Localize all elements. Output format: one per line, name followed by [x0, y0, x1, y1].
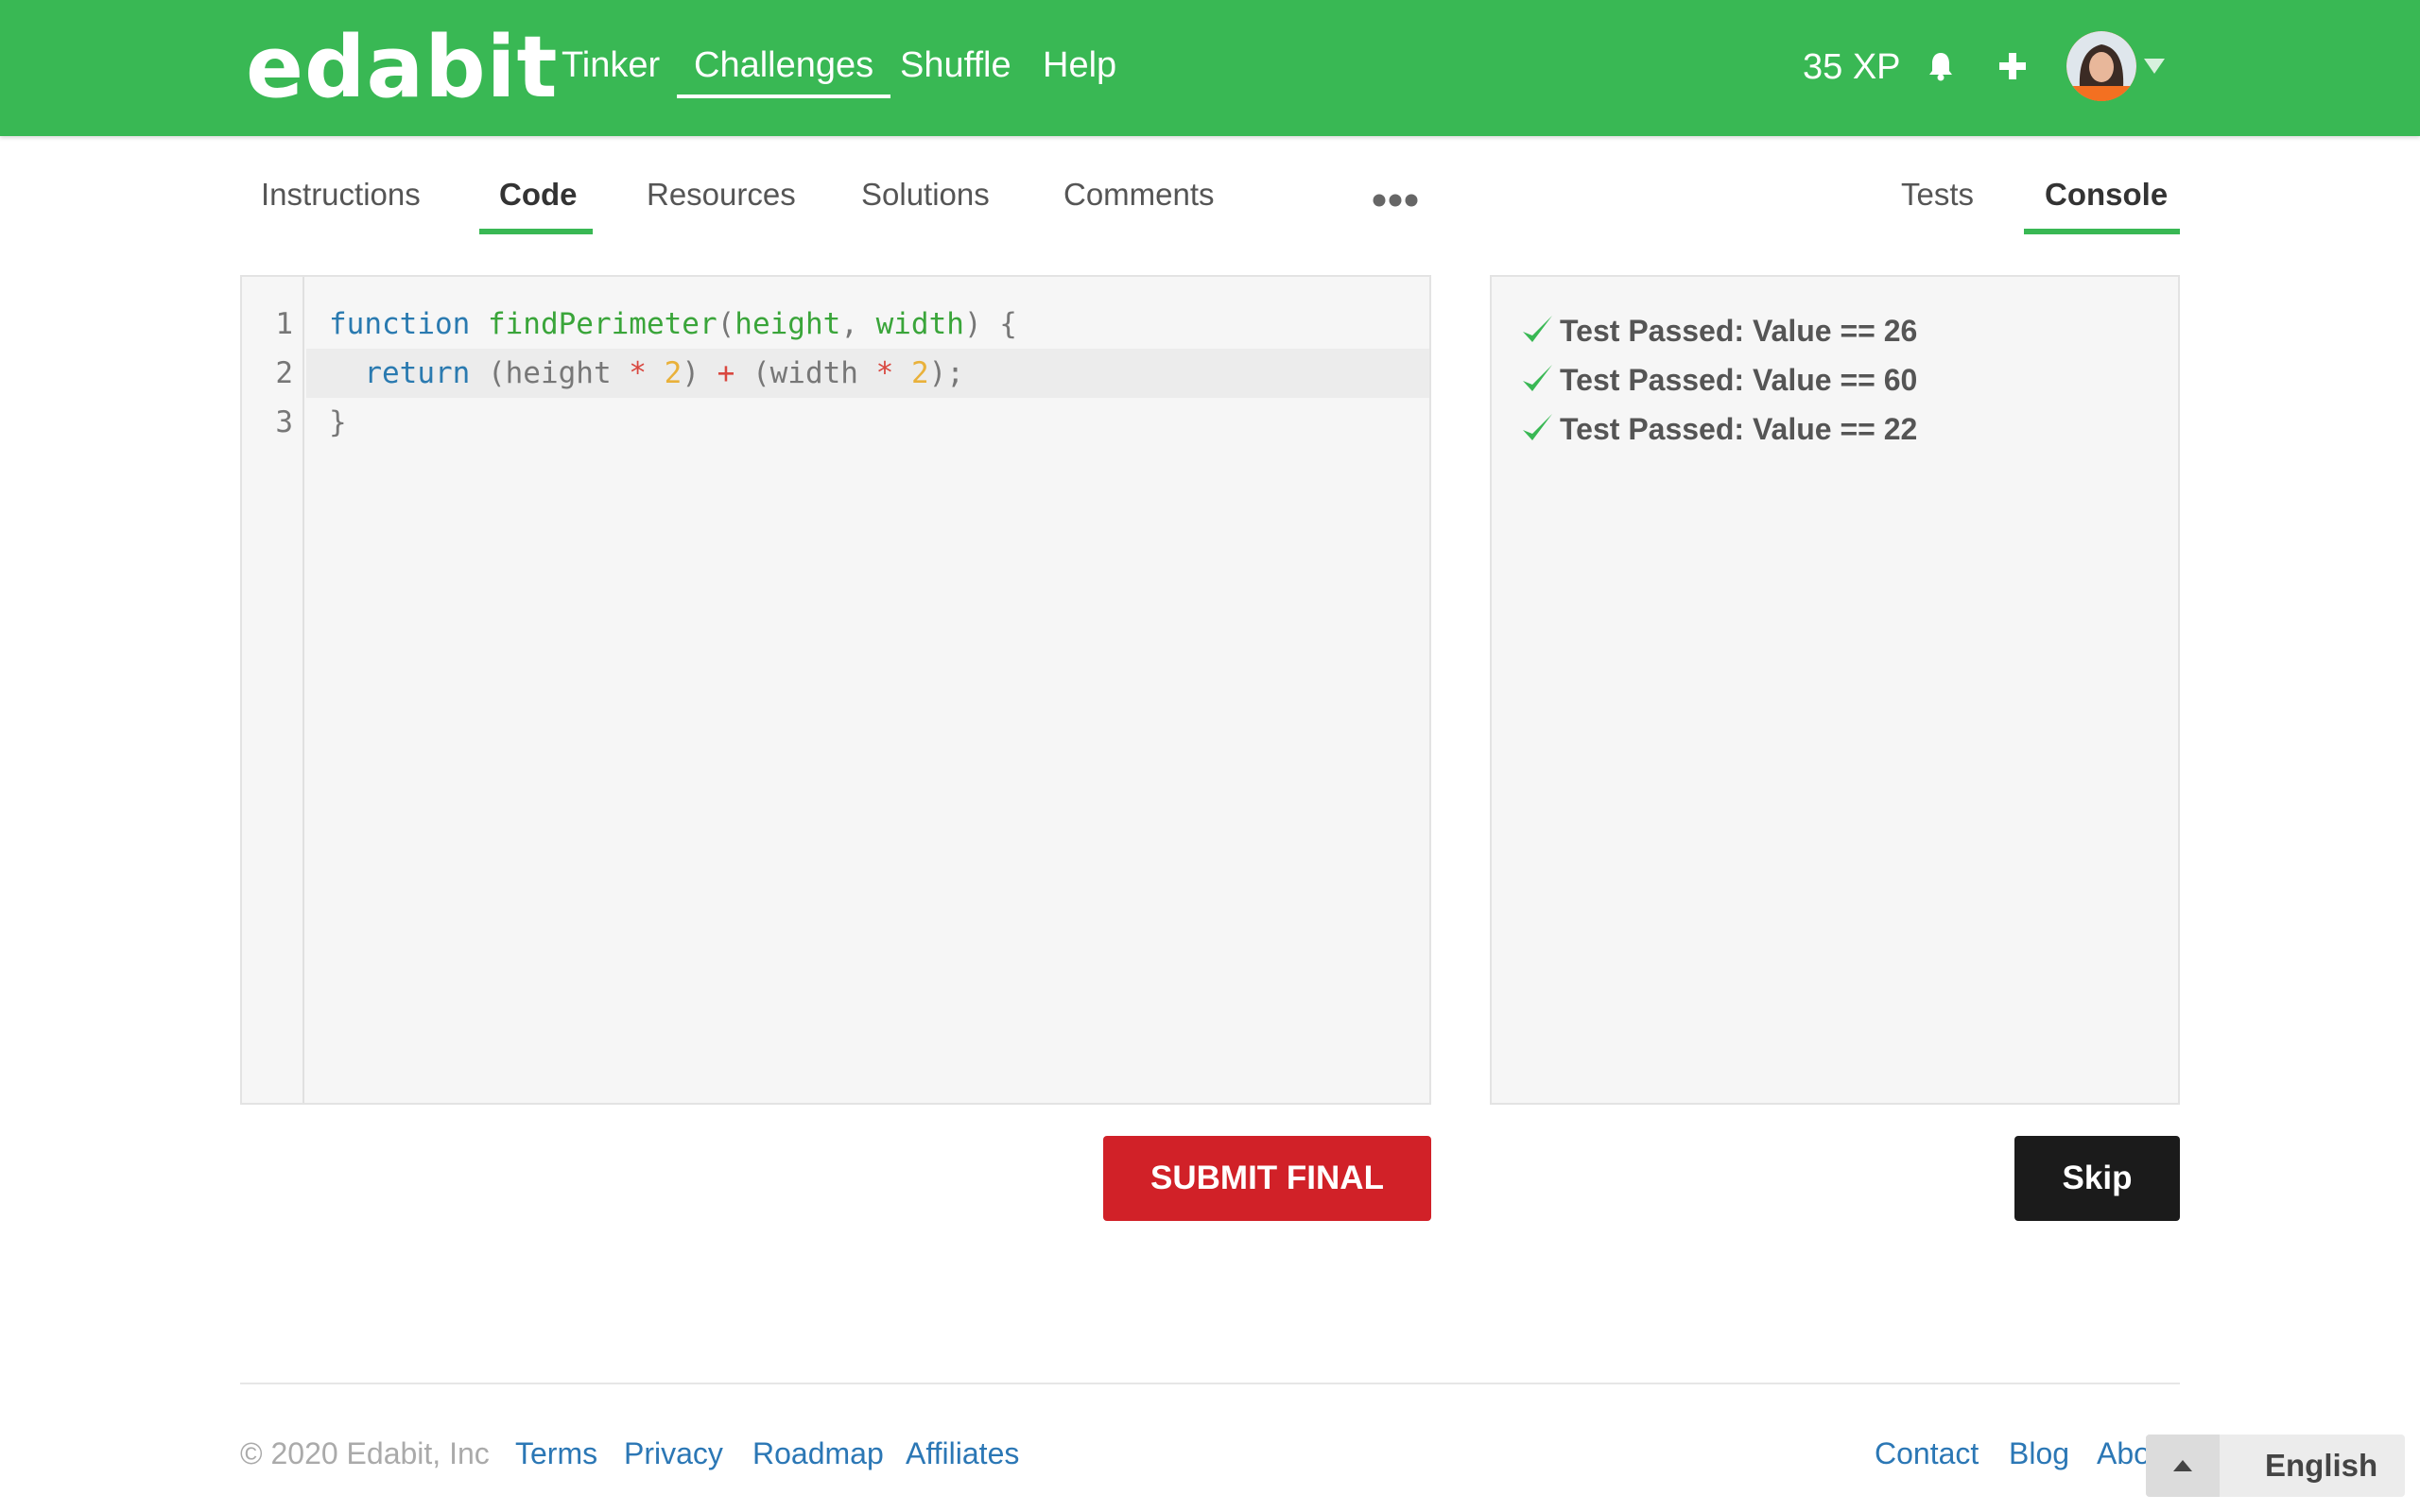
top-navbar: edabit Tinker Challenges Shuffle Help 35… [0, 0, 2420, 136]
code-line: } [329, 405, 347, 439]
chevron-up-icon [2173, 1460, 2192, 1471]
submit-final-button[interactable]: SUBMIT FINAL [1103, 1136, 1431, 1221]
footer-divider [240, 1383, 2180, 1384]
nav-challenges[interactable]: Challenges [676, 42, 891, 98]
console-panel: Test Passed: Value == 26 Test Passed: Va… [1490, 275, 2180, 1105]
line-number: 1 [275, 307, 293, 341]
tab-tests[interactable]: Tests [1901, 174, 1974, 215]
code-line: return (height * 2) + (width * 2); [364, 356, 964, 390]
footer-link-affiliates[interactable]: Affiliates [906, 1433, 1019, 1474]
language-toggle[interactable] [2146, 1435, 2220, 1497]
line-number-gutter: 1 2 3 [242, 277, 304, 1103]
avatar[interactable] [2066, 31, 2136, 101]
xp-counter: 35 XP [1803, 47, 1901, 87]
more-options-icon[interactable] [1373, 193, 1418, 208]
footer-link-roadmap[interactable]: Roadmap [752, 1433, 884, 1474]
footer-link-privacy[interactable]: Privacy [624, 1433, 723, 1474]
tab-comments[interactable]: Comments [1063, 174, 1215, 215]
checkmark-icon [1523, 316, 1552, 342]
copyright-text: © 2020 Edabit, Inc [240, 1436, 490, 1470]
tab-code-indicator [479, 229, 593, 234]
checkmark-icon [1523, 365, 1552, 391]
test-result: Test Passed: Value == 26 [1520, 307, 1917, 354]
bell-icon[interactable] [1927, 51, 1955, 81]
chevron-down-icon[interactable] [2144, 59, 2165, 74]
code-editor[interactable]: 1 2 3 function findPerimeter(height, wid… [240, 275, 1431, 1105]
line-number: 2 [275, 356, 293, 390]
footer-link-contact[interactable]: Contact [1875, 1433, 1979, 1474]
footer-link-terms[interactable]: Terms [515, 1433, 597, 1474]
plus-icon[interactable] [1997, 51, 2028, 81]
nav-tinker[interactable]: Tinker [562, 42, 660, 89]
test-result-text: Test Passed: Value == 26 [1560, 314, 1918, 348]
edabit-logo[interactable]: edabit [246, 21, 559, 115]
nav-shuffle[interactable]: Shuffle [900, 42, 1011, 89]
checkmark-icon [1523, 414, 1552, 440]
footer-link-blog[interactable]: Blog [2009, 1433, 2069, 1474]
tab-resources[interactable]: Resources [647, 174, 796, 215]
tab-instructions[interactable]: Instructions [261, 174, 421, 215]
nav-help[interactable]: Help [1043, 42, 1116, 89]
tab-console[interactable]: Console [2045, 174, 2168, 215]
test-result-text: Test Passed: Value == 22 [1560, 412, 1918, 446]
skip-button[interactable]: Skip [2014, 1136, 2180, 1221]
code-line: function findPerimeter(height, width) { [329, 307, 1017, 341]
language-selector[interactable]: English [2146, 1435, 2405, 1497]
tab-solutions[interactable]: Solutions [861, 174, 990, 215]
tab-console-indicator [2024, 229, 2180, 234]
avatar-image [2066, 31, 2136, 101]
test-result: Test Passed: Value == 22 [1520, 405, 1917, 453]
test-result-text: Test Passed: Value == 60 [1560, 363, 1918, 397]
line-number: 3 [275, 405, 293, 439]
test-result: Test Passed: Value == 60 [1520, 356, 1917, 404]
tab-code[interactable]: Code [499, 174, 578, 215]
language-label: English [2265, 1448, 2378, 1483]
